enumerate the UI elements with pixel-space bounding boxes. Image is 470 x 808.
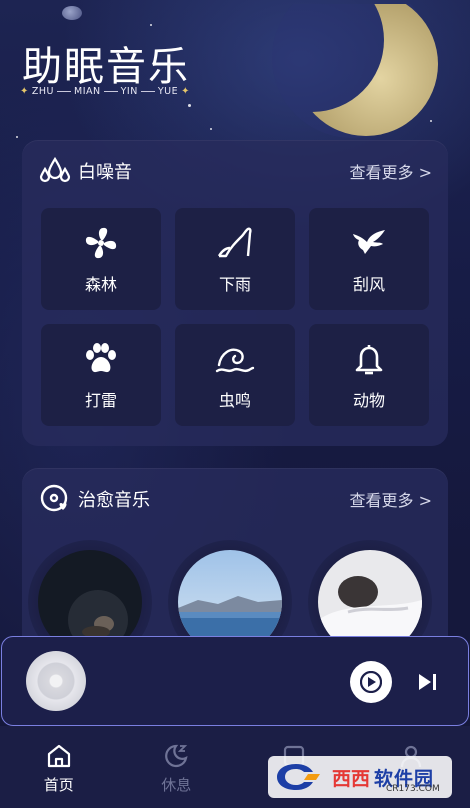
subtitle-word: MIAN xyxy=(74,86,101,97)
divider xyxy=(140,91,155,92)
page-subtitle: ✦ ZHU MIAN YIN YUE ✦ xyxy=(20,86,190,97)
mini-player xyxy=(1,636,469,726)
see-more-link[interactable]: 查看更多 > xyxy=(350,487,433,511)
music-disc-heart-icon xyxy=(38,482,72,516)
tile-label: 打雷 xyxy=(84,391,117,410)
white-noise-header: 白噪音 查看更多 > xyxy=(38,154,432,188)
healing-music-header: 治愈音乐 查看更多 > xyxy=(38,482,432,516)
paw-icon xyxy=(81,339,121,379)
watermark-brand: 西西 xyxy=(332,767,371,790)
star xyxy=(210,128,212,130)
tile-label: 森林 xyxy=(84,275,117,294)
sound-tile-animals[interactable]: 动物 xyxy=(309,324,429,426)
high-heel-icon xyxy=(215,223,255,263)
tab-label: 首页 xyxy=(43,776,74,794)
wave-icon xyxy=(215,339,255,379)
tile-label: 虫鸣 xyxy=(218,391,251,410)
tab-home[interactable]: 首页 xyxy=(0,726,118,808)
sound-tile-rain[interactable]: 下雨 xyxy=(175,208,295,310)
subtitle-word: YIN xyxy=(120,86,138,97)
sound-tile-wind[interactable]: 刮风 xyxy=(309,208,429,310)
tile-label: 动物 xyxy=(352,391,385,410)
star xyxy=(16,136,18,138)
fan-icon xyxy=(81,223,121,263)
skip-next-icon xyxy=(419,674,436,690)
watermark: 西西 软件园 CR173.COM xyxy=(268,756,452,798)
bell-icon xyxy=(349,339,389,379)
star xyxy=(188,104,191,107)
divider xyxy=(57,91,71,92)
white-noise-section: 白噪音 查看更多 > 森林 下雨 刮风 打雷 虫鸣 动物 xyxy=(22,140,448,446)
subtitle-word: YUE xyxy=(157,86,179,97)
white-noise-grid: 森林 下雨 刮风 打雷 虫鸣 动物 xyxy=(41,208,429,426)
watermark-url: CR173.COM xyxy=(386,784,440,794)
sound-tile-forest[interactable]: 森林 xyxy=(41,208,161,310)
see-more-link[interactable]: 查看更多 > xyxy=(350,159,433,183)
sound-tile-thunder[interactable]: 打雷 xyxy=(41,324,161,426)
subtitle-word: ZHU xyxy=(31,86,54,97)
play-icon xyxy=(360,671,382,693)
divider xyxy=(103,91,118,92)
planet-decoration xyxy=(62,6,82,20)
droplets-icon xyxy=(38,154,72,188)
tile-label: 刮风 xyxy=(352,275,385,294)
moon-sleep-icon xyxy=(162,742,190,770)
star xyxy=(150,24,152,26)
tile-label: 下雨 xyxy=(218,275,251,294)
page-title: 助眠音乐 xyxy=(22,44,190,90)
tab-rest[interactable]: 休息 xyxy=(118,726,236,808)
next-track-button[interactable] xyxy=(416,671,440,693)
sparkle-icon: ✦ xyxy=(181,86,190,97)
watermark-logo xyxy=(277,764,320,790)
section-title: 白噪音 xyxy=(78,162,132,183)
play-button[interactable] xyxy=(350,661,392,703)
home-icon xyxy=(45,742,73,770)
now-playing-disc[interactable] xyxy=(26,651,86,711)
tab-label: 休息 xyxy=(161,776,192,794)
bird-icon xyxy=(349,223,389,263)
sound-tile-insects[interactable]: 虫鸣 xyxy=(175,324,295,426)
moon-icon xyxy=(272,4,438,138)
sparkle-icon: ✦ xyxy=(20,86,29,97)
section-title: 治愈音乐 xyxy=(78,490,150,511)
